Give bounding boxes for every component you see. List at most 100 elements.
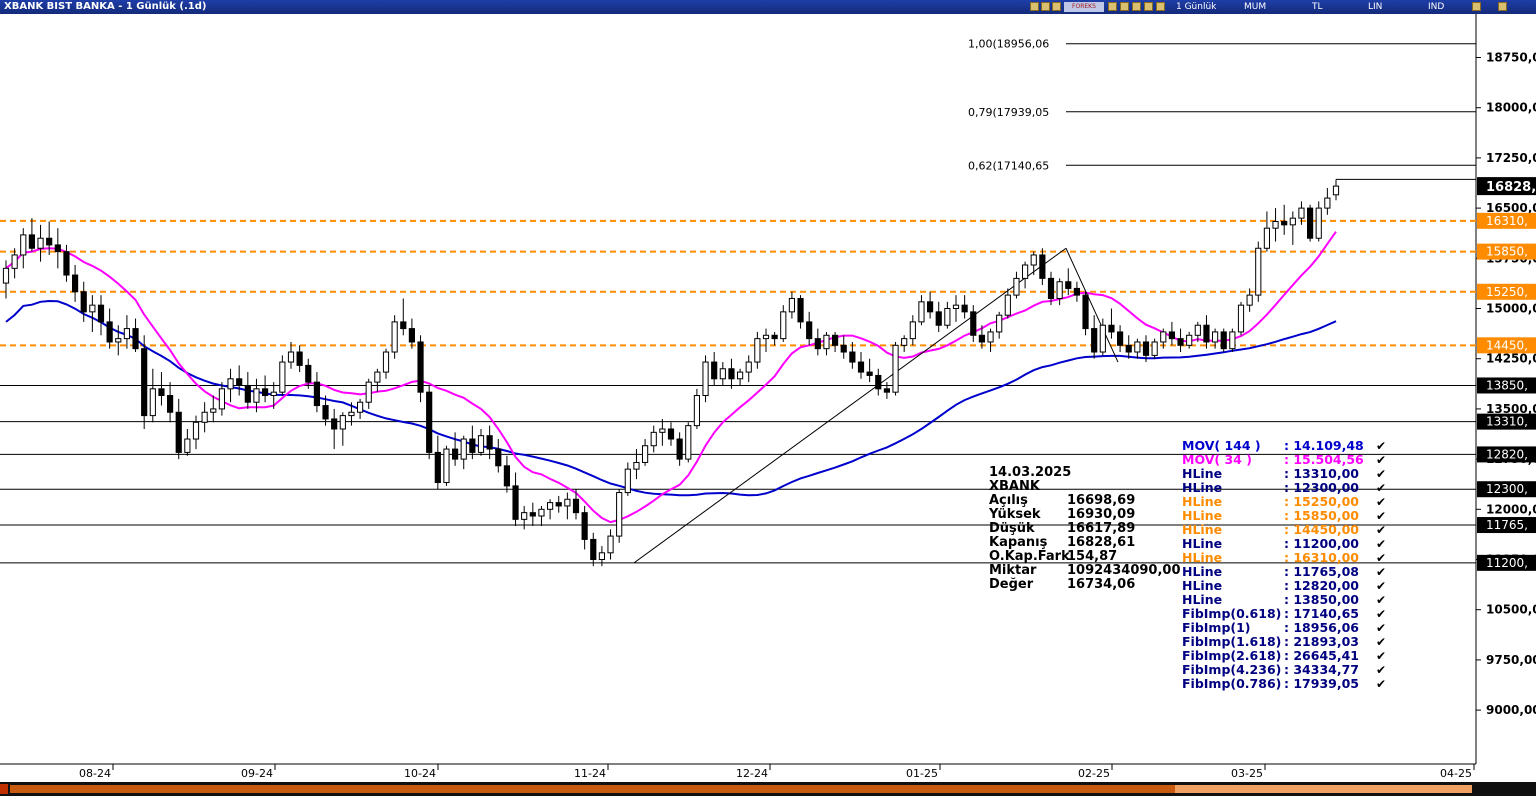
candle[interactable] [1082, 291, 1089, 336]
legend-value: : 16310,00 [1284, 550, 1359, 565]
candle-body [1168, 331, 1176, 340]
legend-name: FibImp(0.618) [1182, 606, 1281, 621]
zoom-icon[interactable] [1132, 2, 1141, 11]
legend-name: FibImp(1.618) [1182, 634, 1281, 649]
candle-body [141, 348, 148, 417]
legend-check-icon[interactable]: ✔ [1376, 677, 1386, 691]
candle[interactable] [1237, 301, 1245, 336]
legend-check-icon[interactable]: ✔ [1376, 523, 1386, 537]
draw-icon[interactable] [1120, 2, 1129, 11]
candle[interactable] [141, 335, 148, 429]
scroll-right-area [1476, 784, 1536, 794]
period-selector[interactable]: 1 Günlük [1176, 1, 1216, 13]
candle[interactable] [1307, 204, 1314, 242]
candle-body [1263, 227, 1271, 249]
candle-body [978, 334, 985, 343]
currency-selector[interactable]: TL [1312, 1, 1323, 13]
grid-icon[interactable] [1108, 2, 1117, 11]
chart-type-selector[interactable]: MUM [1244, 1, 1266, 13]
legend-value: : 14450,00 [1284, 522, 1359, 537]
candle[interactable] [391, 315, 398, 359]
ohlc-row-value: 16828,61 [1067, 535, 1135, 550]
scale-selector[interactable]: LIN [1368, 1, 1382, 13]
legend-value: : 13850,00 [1284, 592, 1359, 607]
candle-body [745, 361, 752, 373]
candle[interactable] [702, 355, 709, 403]
candle[interactable] [892, 341, 899, 396]
candle[interactable] [1151, 338, 1158, 359]
candle-body [279, 361, 286, 393]
legend-check-icon[interactable]: ✔ [1376, 593, 1386, 607]
candle[interactable] [1220, 328, 1227, 353]
candle-body [149, 388, 156, 417]
legend-value: : 18956,06 [1284, 620, 1359, 635]
candle-body [20, 234, 27, 256]
candle-body [719, 368, 726, 380]
legend-check-icon[interactable]: ✔ [1376, 439, 1386, 453]
candle-body [1177, 338, 1184, 346]
legend-check-icon[interactable]: ✔ [1376, 453, 1386, 467]
hline-price-tag-text: 14450, [1486, 338, 1528, 352]
candle-body [857, 361, 865, 373]
scroll-left-button[interactable] [0, 784, 8, 794]
legend-check-icon[interactable]: ✔ [1376, 607, 1386, 621]
candle[interactable] [1255, 241, 1262, 302]
ohlc-symbol: XBANK [989, 479, 1041, 494]
legend-check-icon[interactable]: ✔ [1376, 495, 1386, 509]
candle-body [167, 395, 174, 413]
legend-value: : 21893,03 [1284, 634, 1359, 649]
refresh-icon[interactable] [1144, 2, 1153, 11]
candle-body [1091, 328, 1098, 353]
legend-check-icon[interactable]: ✔ [1376, 467, 1386, 481]
candle-body [54, 244, 61, 253]
candle-body [961, 304, 968, 313]
horizontal-scrollbar[interactable] [0, 782, 1536, 796]
candle[interactable] [1229, 328, 1236, 353]
candle-body [132, 328, 139, 350]
ohlc-row-label: Açılış [989, 493, 1028, 508]
candle-body [158, 388, 165, 397]
candle-body [218, 388, 225, 410]
candle-body [529, 512, 536, 517]
legend-check-icon[interactable]: ✔ [1376, 579, 1386, 593]
candle-body [97, 304, 105, 323]
candle-body [106, 321, 113, 343]
back-icon[interactable] [1041, 2, 1050, 11]
candle-body [296, 351, 303, 366]
candle-body [512, 485, 519, 520]
legend-check-icon[interactable]: ✔ [1376, 621, 1386, 635]
price-chart[interactable]: 1,00(18956,060,79(17939,050,62(17140,65 … [0, 14, 1536, 782]
forward-icon[interactable] [1052, 2, 1061, 11]
candle-body [1151, 341, 1158, 356]
cursor-icon[interactable] [1156, 2, 1165, 11]
minimize-icon[interactable] [1472, 2, 1481, 11]
legend-check-icon[interactable]: ✔ [1376, 663, 1386, 677]
candle-body [123, 328, 131, 340]
legend-check-icon[interactable]: ✔ [1376, 565, 1386, 579]
legend-check-icon[interactable]: ✔ [1376, 635, 1386, 649]
candle-body [37, 237, 44, 249]
close-icon[interactable] [1498, 2, 1507, 11]
candle-body [460, 438, 467, 460]
candle-body [935, 311, 942, 326]
candle[interactable] [685, 422, 692, 463]
legend-check-icon[interactable]: ✔ [1376, 649, 1386, 663]
candle-body [996, 314, 1003, 333]
candle[interactable] [616, 489, 623, 543]
legend-check-icon[interactable]: ✔ [1376, 481, 1386, 495]
legend-check-icon[interactable]: ✔ [1376, 509, 1386, 523]
candle[interactable] [417, 335, 424, 403]
candle-body [408, 328, 415, 343]
legend-check-icon[interactable]: ✔ [1376, 537, 1386, 551]
candle-body [287, 351, 295, 363]
legend-name: FibImp(4.236) [1182, 662, 1281, 677]
legend-check-icon[interactable]: ✔ [1376, 551, 1386, 565]
candle-body [1073, 287, 1081, 296]
candle[interactable] [443, 445, 450, 486]
settings-icon[interactable] [1030, 2, 1039, 11]
indicator-selector[interactable]: IND [1428, 1, 1444, 13]
candle-body [374, 371, 381, 383]
candle[interactable] [426, 385, 433, 460]
candle-body [365, 381, 372, 403]
scroll-thumb[interactable] [1175, 785, 1472, 793]
